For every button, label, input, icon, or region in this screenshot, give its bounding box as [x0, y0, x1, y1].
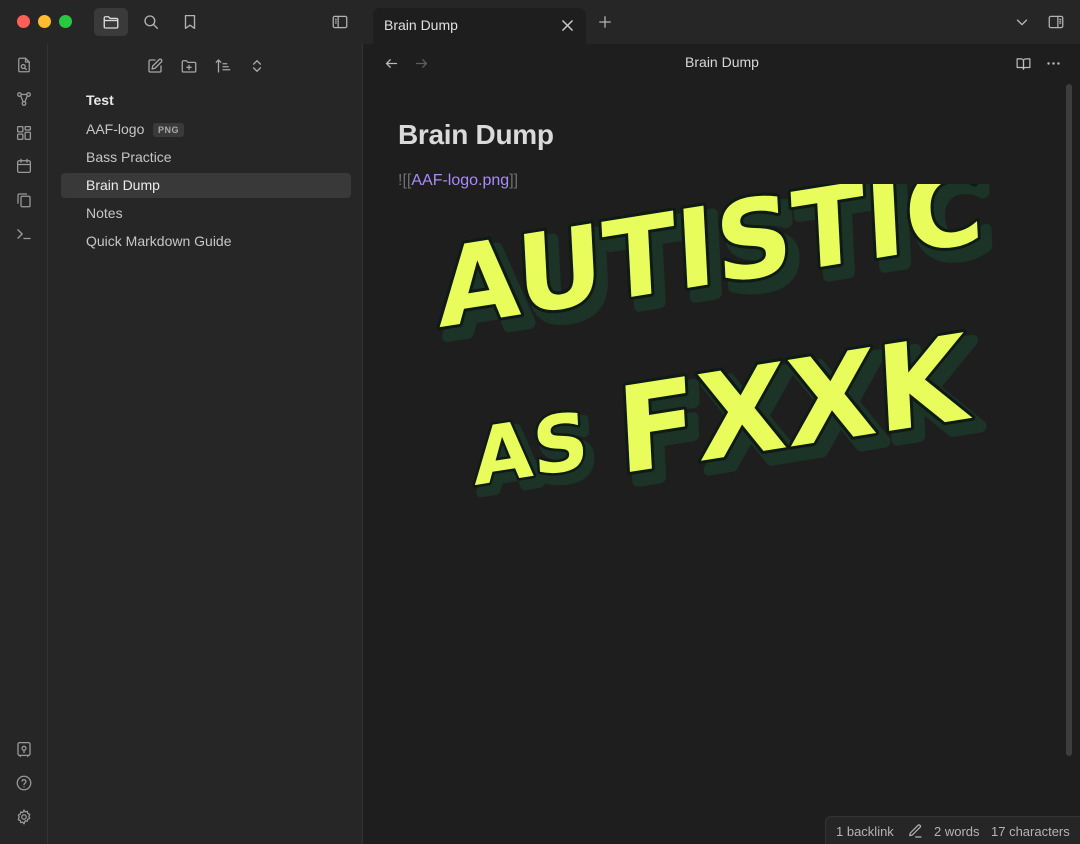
help-button[interactable]	[13, 772, 35, 794]
daily-note-button[interactable]	[13, 155, 35, 177]
vault-icon	[17, 741, 31, 758]
new-tab-icon	[599, 16, 611, 28]
file-name: Bass Practice	[86, 149, 172, 165]
search-button[interactable]	[134, 8, 168, 36]
command-palette-button[interactable]	[13, 223, 35, 245]
sort-icon	[215, 59, 231, 73]
new-note-button[interactable]	[142, 54, 168, 78]
file-name: Notes	[86, 205, 123, 221]
file-item-notes[interactable]: Notes	[61, 201, 351, 226]
right-sidebar-icon	[1048, 15, 1064, 29]
templates-button[interactable]	[13, 189, 35, 211]
file-explorer: Test AAF-logo PNG Bass Practice Brain Du…	[48, 44, 363, 844]
word-count: 2 words	[934, 824, 980, 839]
folder-icon	[103, 16, 119, 29]
graph-view-button[interactable]	[13, 88, 35, 110]
new-note-icon	[148, 58, 163, 73]
embedded-logo-image: AUTISTIC AUTISTIC AUTISTIC AS AS AS FXXK…	[431, 184, 1001, 517]
canvas-icon	[16, 125, 32, 141]
canvas-button[interactable]	[13, 122, 35, 144]
ribbon	[0, 44, 48, 844]
file-name: Quick Markdown Guide	[86, 233, 232, 249]
sort-order-button[interactable]	[210, 54, 236, 78]
file-item-aaf-logo[interactable]: AAF-logo PNG	[61, 117, 351, 142]
editor-scrollbar[interactable]	[1066, 84, 1072, 756]
logo-line2-small-text: AS	[471, 395, 591, 504]
tab-title: Brain Dump	[384, 17, 458, 33]
reading-view-button[interactable]	[1012, 52, 1034, 74]
toggle-left-sidebar-button[interactable]	[323, 8, 357, 36]
file-item-brain-dump[interactable]: Brain Dump	[61, 173, 351, 198]
close-icon	[561, 19, 573, 31]
chevron-down-icon	[1016, 19, 1028, 26]
new-tab-button[interactable]	[588, 8, 622, 36]
quick-switcher-button[interactable]	[13, 54, 35, 76]
zoom-window-button[interactable]	[59, 15, 72, 28]
calendar-icon	[16, 158, 32, 174]
close-window-button[interactable]	[17, 15, 30, 28]
file-search-icon	[18, 57, 30, 73]
view-header-title[interactable]: Brain Dump	[364, 54, 1080, 70]
search-icon	[144, 15, 159, 30]
character-count: 17 characters	[991, 824, 1070, 839]
tab-list-button[interactable]	[1005, 8, 1039, 36]
editor-pane: Brain Dump Brain Dump ![[AAF-logo.png]] …	[364, 44, 1080, 844]
vault-folder-title[interactable]: Test	[86, 92, 114, 108]
sidebar-toggle-icon	[332, 15, 348, 29]
file-name: AAF-logo	[86, 121, 145, 137]
bookmark-icon	[184, 14, 196, 30]
tab-brain-dump[interactable]: Brain Dump	[373, 8, 586, 44]
settings-button[interactable]	[13, 806, 35, 828]
bookmarks-button[interactable]	[173, 8, 207, 36]
more-options-button[interactable]	[1042, 52, 1064, 74]
files-view-button[interactable]	[94, 8, 128, 36]
new-folder-icon	[181, 60, 197, 73]
tab-close-button[interactable]	[556, 14, 578, 36]
collapse-all-button[interactable]	[244, 54, 270, 78]
settings-icon	[17, 809, 31, 825]
help-icon	[16, 775, 32, 791]
note-title[interactable]: Brain Dump	[398, 119, 554, 151]
status-bar: 1 backlink 2 words 17 characters	[825, 816, 1080, 844]
manage-vaults-button[interactable]	[13, 738, 35, 760]
copy-icon	[17, 193, 31, 208]
minimize-window-button[interactable]	[38, 15, 51, 28]
book-open-icon	[1016, 57, 1030, 70]
terminal-icon	[17, 229, 31, 240]
file-name: Brain Dump	[86, 177, 160, 193]
chevrons-up-down-icon	[252, 60, 262, 72]
more-horizontal-icon	[1046, 61, 1060, 65]
toggle-right-sidebar-button[interactable]	[1039, 8, 1073, 36]
backlink-count[interactable]: 1 backlink	[836, 824, 894, 839]
file-item-quick-markdown-guide[interactable]: Quick Markdown Guide	[61, 229, 351, 254]
file-type-badge: PNG	[153, 123, 185, 137]
title-bar: Brain Dump	[0, 0, 1080, 44]
new-folder-button[interactable]	[176, 54, 202, 78]
file-item-bass-practice[interactable]: Bass Practice	[61, 145, 351, 170]
pencil-icon[interactable]	[907, 823, 923, 839]
logo-line2-big-text: FXXK	[613, 307, 974, 501]
graph-icon	[17, 92, 31, 106]
